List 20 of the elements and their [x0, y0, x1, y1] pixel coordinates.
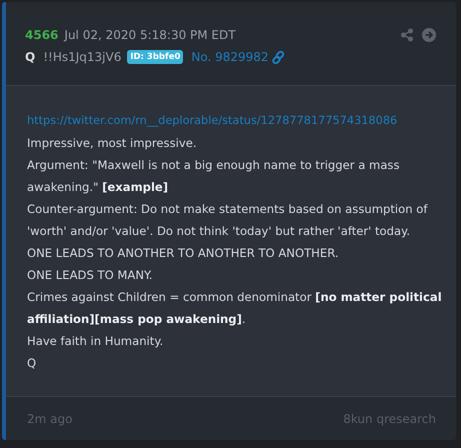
tripcode: !!Hs1Jq13jV6 [43, 50, 122, 64]
id-badge: ID: 3bbfe0 [127, 50, 184, 64]
post-text: ONE LEADS TO MANY. [27, 267, 154, 284]
post-text: Crimes against Children = common denominator [no matter political affiliation][mass pop awakening]. [27, 289, 442, 328]
post-text: Counter-argument: Do not make statements based on assumption of 'worth' and/or 'value'. Do not think 'today' but rather 'after' today. [27, 201, 429, 240]
author-name: Q [25, 50, 36, 64]
post-number-link[interactable]: No. 9829982 [191, 50, 269, 64]
post-text: Argument: "Maxwell is not a big enough name to trigger a mass awakening." [example] [27, 157, 401, 196]
tweet-link[interactable]: https://twitter.com/rn__deplorable/status/1278778177574318086 [27, 110, 442, 132]
post-text: Impressive, most impressive. [27, 135, 198, 152]
time-ago: 2m ago [27, 412, 72, 426]
post-number: 4566 [25, 28, 58, 42]
post-text: ONE LEADS TO ANOTHER TO ANOTHER TO ANOTHER. [27, 245, 340, 262]
arrow-right-icon[interactable] [422, 28, 436, 42]
link-icon[interactable] [272, 50, 285, 64]
post-date: Jul 02, 2020 5:18:30 PM EDT [64, 28, 236, 42]
post-text: Have faith in Humanity. [27, 333, 164, 350]
post-text: Q [27, 355, 38, 372]
source-label: 8kun qresearch [343, 412, 436, 426]
share-icon[interactable] [400, 28, 414, 42]
